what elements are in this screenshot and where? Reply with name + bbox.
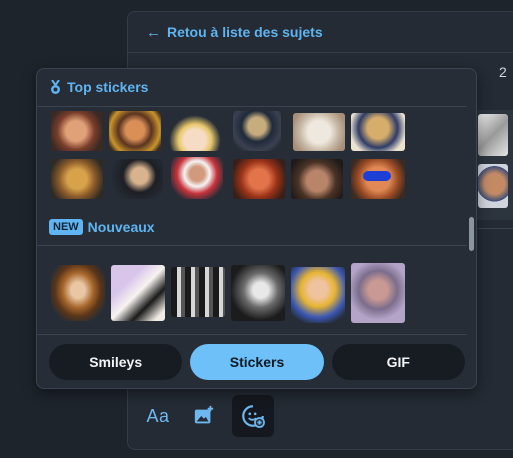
new-stickers-label: Nouveaux: [87, 219, 155, 235]
blue-glasses-shape: [363, 171, 391, 181]
section-divider: [37, 106, 467, 107]
text-format-button[interactable]: Aa: [140, 395, 176, 437]
sticker-anime-girl[interactable]: [169, 115, 221, 151]
composer-toolbar: Aa: [140, 392, 274, 440]
sticker-smiling-man-closeup[interactable]: [291, 159, 343, 199]
tab-smileys[interactable]: Smileys: [49, 344, 183, 380]
message-divider: [478, 228, 513, 229]
tabs-divider: [37, 334, 467, 335]
medal-icon: [51, 79, 60, 94]
sticker-laughing-man-cigar[interactable]: [109, 111, 161, 151]
sticker-cat-suit[interactable]: [233, 111, 281, 151]
new-stickers-header: NEW Nouveaux: [49, 217, 155, 237]
top-stickers-label: Top stickers: [67, 79, 149, 95]
sticker-man-dark-suit[interactable]: [111, 159, 163, 199]
sticker-add-icon: [242, 405, 265, 428]
sticker-frog-face[interactable]: [51, 159, 103, 199]
background-sticker-image: [478, 114, 508, 156]
insert-sticker-button[interactable]: [232, 395, 274, 437]
sticker-cat-sailor[interactable]: [351, 113, 405, 151]
sticker-manga-grayscale[interactable]: [231, 265, 285, 321]
image-add-icon: [194, 405, 214, 424]
sticker-picker-popover: Top stickers NEW Nouveaux Smileys Sticke…: [36, 68, 477, 389]
background-avatar-image: [478, 164, 508, 208]
text-format-icon: Aa: [146, 405, 170, 426]
sticker-laughing-man[interactable]: [51, 111, 103, 151]
sticker-man-blue-glasses[interactable]: [351, 159, 405, 199]
sticker-anime-blonde-boy[interactable]: [291, 267, 345, 323]
picker-tabs: Smileys Stickers GIF: [49, 344, 465, 380]
sticker-manga-panel[interactable]: [171, 267, 225, 317]
new-badge: NEW: [49, 219, 83, 235]
sticker-scrollbar-thumb[interactable]: [469, 217, 474, 251]
sticker-scrollbar-track[interactable]: [467, 69, 476, 334]
top-stickers-header: Top stickers: [49, 77, 148, 97]
pagination-page-link[interactable]: 2: [499, 64, 507, 80]
sticker-blonde-hair[interactable]: [51, 265, 105, 321]
insert-image-button[interactable]: [186, 395, 222, 437]
sticker-old-man-keffiyeh[interactable]: [171, 157, 223, 199]
tab-gif[interactable]: GIF: [331, 344, 465, 380]
back-to-topics-link[interactable]: ← Retou à liste des sujets: [146, 22, 323, 42]
tab-stickers[interactable]: Stickers: [190, 344, 324, 380]
sticker-laughing-man-red[interactable]: [233, 159, 285, 199]
sticker-cat-paw[interactable]: [293, 113, 345, 151]
sticker-man-hands-face[interactable]: [351, 263, 405, 323]
header-divider: [128, 52, 513, 53]
arrow-left-icon: ←: [146, 23, 161, 41]
section-divider: [37, 245, 467, 246]
sticker-manga-girl-purple[interactable]: [111, 265, 165, 321]
back-link-label: Retou à liste des sujets: [167, 24, 323, 40]
